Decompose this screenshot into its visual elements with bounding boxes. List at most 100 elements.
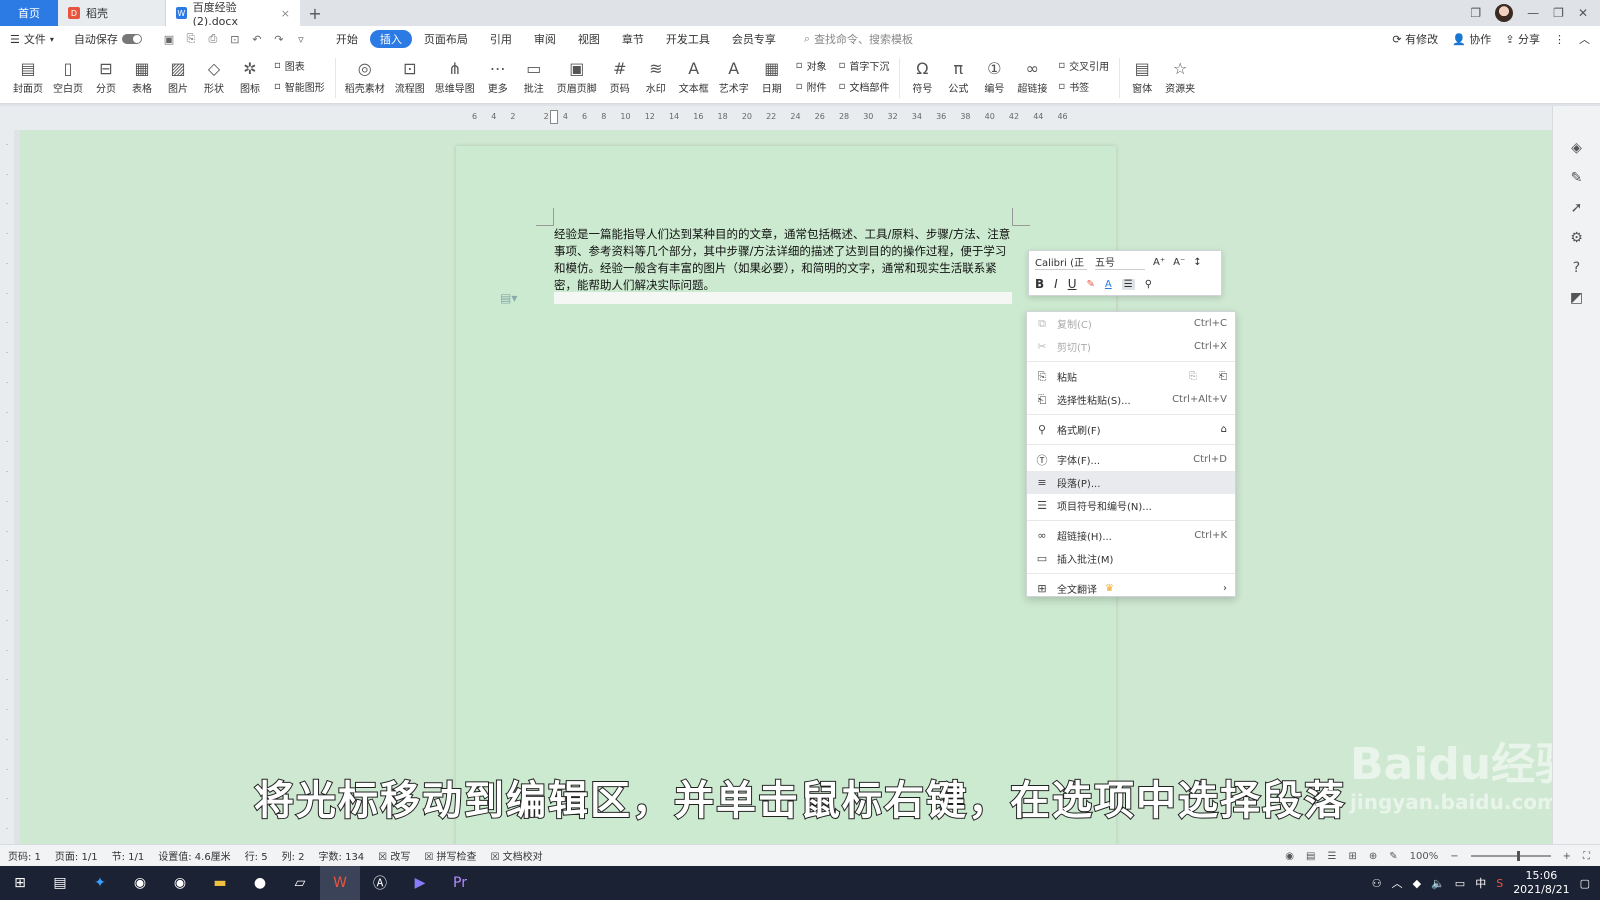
- context-menu-item[interactable]: Ⓣ 字体(F)... Ctrl+D: [1027, 448, 1235, 471]
- autosave-toggle[interactable]: 自动保存: [64, 26, 152, 52]
- ribbon-flowchart-button[interactable]: ⊡ 流程图: [390, 52, 430, 96]
- people-icon[interactable]: ⚇: [1372, 877, 1382, 890]
- ribbon-more-button[interactable]: ⋯ 更多: [480, 52, 516, 96]
- style-icon[interactable]: ◈: [1571, 140, 1582, 156]
- ribbon-top-button[interactable]: ▫ 交叉引用: [1058, 58, 1109, 73]
- redo-icon[interactable]: ↷: [272, 32, 286, 46]
- context-menu-item[interactable]: ⎘ 粘贴 ⎘ ⎗: [1027, 365, 1235, 388]
- ribbon-table-button[interactable]: ▦ 表格: [124, 52, 160, 96]
- paste-keep-format-icon[interactable]: ⎘: [1189, 371, 1197, 382]
- tab-6[interactable]: 章节: [612, 30, 654, 48]
- tab-8[interactable]: 会员专享: [722, 30, 786, 48]
- document-canvas[interactable]: 经验是一篇能指导人们达到某种目的的文章，通常包括概述、工具/原料、步骤/方法、注…: [20, 130, 1552, 844]
- ribbon-page-break-button[interactable]: ⊟ 分页: [88, 52, 124, 96]
- ribbon-form-button[interactable]: ▤ 窗体: [1124, 52, 1160, 96]
- media-player-icon[interactable]: ▶: [400, 866, 440, 900]
- highlight-icon[interactable]: ✎: [1087, 279, 1095, 290]
- network-icon[interactable]: ▭: [1455, 877, 1465, 890]
- format-painter-icon[interactable]: ⚲: [1145, 279, 1152, 290]
- format-painter-extra-icon[interactable]: ⌂: [1221, 424, 1227, 435]
- ribbon-top-button[interactable]: ▫ 首字下沉: [839, 58, 890, 73]
- align-icon[interactable]: ☰: [1121, 278, 1135, 290]
- share-button[interactable]: ⇪ 分享: [1505, 31, 1540, 47]
- print-icon[interactable]: ⎙: [206, 32, 220, 46]
- spellcheck-toggle[interactable]: ☒ 拼写检查: [424, 848, 476, 863]
- settings-sliders-icon[interactable]: ⚙: [1570, 230, 1583, 246]
- zoom-in-icon[interactable]: +: [1563, 851, 1571, 862]
- pen-icon[interactable]: ✎: [1571, 170, 1583, 186]
- tab-3[interactable]: 引用: [480, 30, 522, 48]
- document-paragraph[interactable]: 经验是一篇能指导人们达到某种目的的文章，通常包括概述、工具/原料、步骤/方法、注…: [554, 226, 1012, 294]
- command-search[interactable]: ⌕ 查找命令、搜索模板: [794, 26, 923, 52]
- cursor-line[interactable]: [554, 292, 1012, 304]
- context-menu-item[interactable]: ⧉ 复制(C) Ctrl+C: [1027, 312, 1235, 335]
- toggle-switch[interactable]: [121, 34, 142, 44]
- document-page[interactable]: 经验是一篇能指导人们达到某种目的的文章，通常包括概述、工具/原料、步骤/方法、注…: [456, 146, 1116, 844]
- fullscreen-icon[interactable]: ⛶: [1583, 851, 1590, 862]
- feedback-icon[interactable]: ◩: [1570, 290, 1583, 306]
- ribbon-top-button[interactable]: ▫ 对象: [796, 58, 827, 73]
- line-spacing-icon[interactable]: ↕: [1193, 257, 1201, 268]
- ribbon-cover-page-button[interactable]: ▤ 封面页: [8, 52, 48, 96]
- italic-icon[interactable]: I: [1054, 277, 1058, 291]
- tab-7[interactable]: 开发工具: [656, 30, 720, 48]
- collab-button[interactable]: 👤 协作: [1452, 31, 1491, 47]
- more-options-icon[interactable]: ⋮: [1554, 33, 1565, 46]
- ribbon-bottom-button[interactable]: ▫ 智能图形: [274, 79, 325, 94]
- ribbon-wordart-button[interactable]: A 艺术字: [714, 52, 754, 96]
- eye-protection-icon[interactable]: ◉: [1285, 851, 1294, 862]
- select-icon[interactable]: ➚: [1571, 200, 1583, 216]
- ribbon-icons-button[interactable]: ✲ 图标: [232, 52, 268, 96]
- ribbon-top-button[interactable]: ▫ 图表: [274, 58, 325, 73]
- context-menu-item[interactable]: ⊞ 全文翻译 ♛ ›: [1027, 577, 1235, 600]
- ribbon-bottom-button[interactable]: ▫ 附件: [796, 79, 827, 94]
- minimize-icon[interactable]: —: [1527, 6, 1539, 20]
- globe-icon[interactable]: ⊕: [1369, 851, 1377, 862]
- avatar-app-icon[interactable]: ●: [240, 866, 280, 900]
- collapse-ribbon-icon[interactable]: ︿: [1579, 31, 1590, 47]
- ribbon-comment-button[interactable]: ▭ 批注: [516, 52, 552, 96]
- indent-marker[interactable]: [550, 110, 558, 124]
- new-tab-button[interactable]: +: [300, 0, 330, 26]
- windows-start-icon[interactable]: ⊞: [0, 866, 40, 900]
- paste-options-icon[interactable]: ▤▾: [500, 291, 517, 305]
- export-icon[interactable]: ⎘: [184, 32, 198, 46]
- web-view-icon[interactable]: ⊞: [1348, 851, 1356, 862]
- status-section[interactable]: 节: 1/1: [112, 848, 145, 863]
- edit-view-icon[interactable]: ✎: [1389, 851, 1397, 862]
- font-size-dropdown[interactable]: 五号: [1095, 254, 1145, 270]
- tab-0[interactable]: 开始: [326, 30, 368, 48]
- chrome-icon[interactable]: ◉: [120, 866, 160, 900]
- tab-daoke[interactable]: D 稻壳: [58, 0, 166, 26]
- font-name-dropdown[interactable]: Calibri (正: [1035, 254, 1087, 270]
- ribbon-shape-button[interactable]: ◇ 形状: [196, 52, 232, 96]
- context-menu-item[interactable]: ☰ 项目符号和编号(N)...: [1027, 494, 1235, 517]
- help-icon[interactable]: ?: [1573, 260, 1580, 276]
- page-view-icon[interactable]: ▤: [1306, 851, 1315, 862]
- tab-2[interactable]: 页面布局: [414, 30, 478, 48]
- undo-icon[interactable]: ↶: [250, 32, 264, 46]
- close-window-icon[interactable]: ✕: [1578, 6, 1588, 20]
- bold-icon[interactable]: B: [1035, 277, 1044, 291]
- ribbon-hyperlink-button[interactable]: ∞ 超链接: [1012, 52, 1052, 96]
- ribbon-textbox-button[interactable]: A 文本框: [674, 52, 714, 96]
- ribbon-numbering-button[interactable]: ① 编号: [976, 52, 1012, 96]
- context-menu-item[interactable]: ⎗ 选择性粘贴(S)... Ctrl+Alt+V: [1027, 388, 1235, 411]
- zoom-slider[interactable]: [1470, 851, 1551, 861]
- notes-app-icon[interactable]: ▱: [280, 866, 320, 900]
- ribbon-date-button[interactable]: ▦ 日期: [754, 52, 790, 96]
- context-menu-item[interactable]: ✂ 剪切(T) Ctrl+X: [1027, 335, 1235, 358]
- volume-icon[interactable]: 🔈: [1431, 877, 1445, 890]
- context-menu-item[interactable]: ▭ 插入批注(M): [1027, 547, 1235, 570]
- customize-icon[interactable]: ▿: [294, 32, 308, 46]
- avatar[interactable]: [1495, 4, 1514, 22]
- context-menu-item[interactable]: ≡ 段落(P)...: [1027, 471, 1235, 494]
- tab-document[interactable]: W 百度经验 (2).docx ×: [166, 0, 300, 28]
- underline-icon[interactable]: U: [1068, 277, 1077, 291]
- ribbon-resource-folder-button[interactable]: ☆ 资源夹: [1160, 52, 1200, 96]
- context-menu-item[interactable]: ∞ 超链接(H)... Ctrl+K: [1027, 524, 1235, 547]
- zoom-level[interactable]: 100%: [1410, 851, 1439, 862]
- status-page-number[interactable]: 页码: 1: [8, 848, 41, 863]
- zoom-out-icon[interactable]: −: [1450, 851, 1458, 862]
- ribbon-watermark-button[interactable]: ≋ 水印: [638, 52, 674, 96]
